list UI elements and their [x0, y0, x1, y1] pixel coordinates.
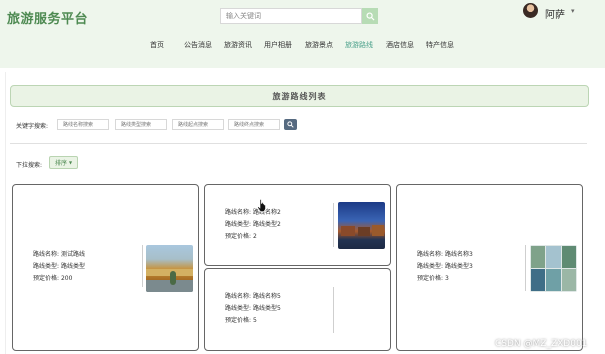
route-type: 路线类型2	[252, 221, 281, 228]
top-header: 旅游服务平台 阿萨 ▾ 首页 公告消息 旅游资讯 用户相册 旅游景点 旅游路线 …	[0, 0, 605, 68]
route-thumbnail[interactable]	[146, 245, 193, 292]
nav-item-announcements[interactable]: 公告消息	[184, 40, 212, 50]
route-card[interactable]: 路线名称: 测试路线 路线类型: 路线类型 预定价格: 200	[12, 184, 199, 351]
route-card[interactable]: 路线名称: 路线名称3 路线类型: 路线类型3 预定价格: 3	[396, 184, 583, 351]
route-price: 200	[60, 275, 73, 282]
route-type: 路线类型5	[252, 305, 281, 312]
route-price: 2	[252, 233, 257, 240]
route-price-line: 预定价格: 3	[417, 275, 449, 282]
route-name: 测试路线	[60, 251, 85, 258]
mouse-cursor-icon	[257, 199, 266, 212]
route-end-search-input[interactable]	[228, 119, 280, 130]
page-title-bar: 旅游路线列表	[10, 85, 589, 107]
route-name-line: 路线名称: 路线名称5	[225, 293, 281, 300]
sort-button-label: 排序	[54, 160, 67, 167]
route-price-line: 预定价格: 200	[33, 275, 73, 282]
header-search-input[interactable]	[220, 8, 362, 24]
watermark: CSDN @MZ_ZXD001	[495, 339, 588, 349]
route-price: 5	[252, 317, 257, 324]
caret-down-icon: ▼	[68, 160, 73, 165]
route-name-line: 路线名称: 测试路线	[33, 251, 85, 258]
route-card-info: 路线名称: 路线名称3 路线类型: 路线类型3 预定价格: 3	[417, 249, 473, 285]
route-thumbnail[interactable]	[338, 202, 385, 249]
page-title: 旅游路线列表	[272, 91, 327, 101]
route-type-line: 路线类型: 路线类型	[33, 263, 85, 270]
route-type: 路线类型	[60, 263, 85, 270]
route-name: 路线名称5	[252, 293, 281, 300]
route-name-line: 路线名称: 路线名称2	[225, 209, 281, 216]
route-thumbnail[interactable]	[530, 245, 577, 292]
route-start-search-input[interactable]	[172, 119, 224, 130]
route-type-search-input[interactable]	[115, 119, 167, 130]
route-type-line: 路线类型: 路线类型3	[417, 263, 473, 270]
nav-item-travel-news[interactable]: 旅游资讯	[224, 40, 252, 50]
route-card[interactable]: 路线名称: 路线名称2 路线类型: 路线类型2 预定价格: 2	[204, 184, 391, 266]
header-search-button[interactable]	[362, 8, 378, 24]
route-name: 路线名称3	[444, 251, 473, 258]
route-type-line: 路线类型: 路线类型5	[225, 305, 281, 312]
user-name[interactable]: 阿萨	[545, 6, 565, 21]
route-price: 3	[444, 275, 449, 282]
route-type-line: 路线类型: 路线类型2	[225, 221, 281, 228]
nav-item-user-albums[interactable]: 用户相册	[264, 40, 292, 50]
chevron-down-icon[interactable]: ▾	[571, 7, 575, 15]
header-search	[220, 8, 378, 24]
card-divider	[333, 203, 334, 247]
route-name-search-input[interactable]	[57, 119, 109, 130]
nav-item-hotels[interactable]: 酒店信息	[386, 40, 414, 50]
route-card-info: 路线名称: 路线名称2 路线类型: 路线类型2 预定价格: 2	[225, 207, 281, 243]
route-name-line: 路线名称: 路线名称3	[417, 251, 473, 258]
route-type: 路线类型3	[444, 263, 473, 270]
route-price-line: 预定价格: 5	[225, 317, 257, 324]
site-brand[interactable]: 旅游服务平台	[7, 8, 88, 27]
nav-item-routes[interactable]: 旅游路线	[345, 40, 373, 50]
card-divider	[525, 245, 526, 291]
main-nav: 首页 公告消息 旅游资讯 用户相册 旅游景点 旅游路线 酒店信息 特产信息	[0, 40, 605, 54]
nav-item-home[interactable]: 首页	[150, 40, 164, 50]
route-card-info: 路线名称: 路线名称5 路线类型: 路线类型5 预定价格: 5	[225, 291, 281, 327]
search-icon	[287, 121, 294, 128]
section-divider	[10, 143, 587, 144]
sort-dropdown-button[interactable]: 排序 ▼	[49, 156, 78, 169]
route-price-line: 预定价格: 2	[225, 233, 257, 240]
nav-item-specialties[interactable]: 特产信息	[426, 40, 454, 50]
card-divider	[142, 245, 143, 287]
search-icon	[365, 11, 375, 21]
keyword-search-button[interactable]	[284, 119, 297, 130]
dropdown-search-label: 下拉搜索:	[16, 162, 43, 169]
keyword-search-label: 关键字搜索:	[16, 123, 49, 130]
card-divider	[333, 287, 334, 333]
user-avatar[interactable]	[523, 3, 538, 18]
route-card-info: 路线名称: 测试路线 路线类型: 路线类型 预定价格: 200	[33, 249, 85, 285]
nav-item-attractions[interactable]: 旅游景点	[305, 40, 333, 50]
route-card[interactable]: 路线名称: 路线名称5 路线类型: 路线类型5 预定价格: 5	[204, 268, 391, 351]
